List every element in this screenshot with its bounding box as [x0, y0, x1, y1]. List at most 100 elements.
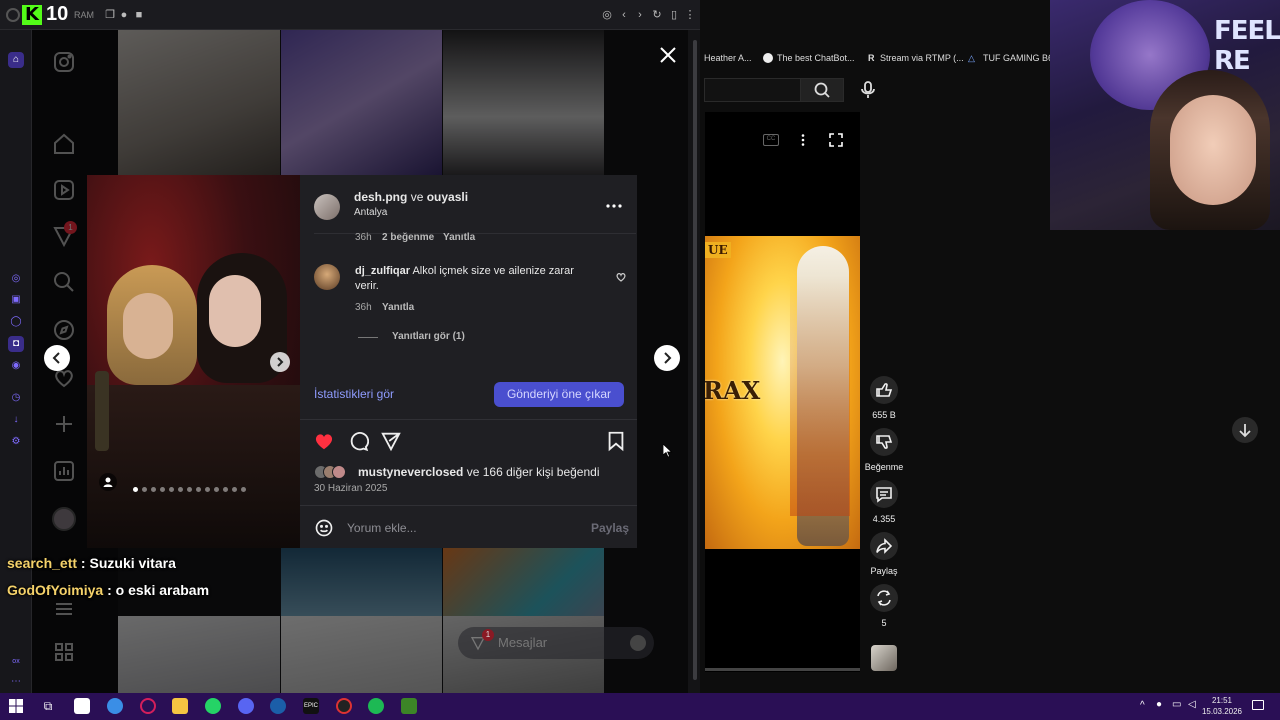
more-icon[interactable]: ⋯ [8, 674, 24, 690]
microsoft-store-icon[interactable] [74, 698, 90, 714]
discord-icon[interactable]: ◉ [8, 358, 24, 374]
steam-icon[interactable] [270, 698, 286, 714]
home-icon[interactable]: ⌂ [8, 52, 24, 68]
whatsapp-icon[interactable] [205, 698, 221, 714]
post-location[interactable]: Antalya [354, 207, 387, 218]
history-icon[interactable]: ◷ [8, 390, 24, 406]
obs-icon[interactable] [336, 698, 352, 714]
messages-dock[interactable]: 1 Mesajlar [458, 627, 654, 659]
post-photo[interactable] [87, 175, 300, 548]
liker-username[interactable]: mustyneverclosed [358, 465, 463, 479]
comment-username[interactable]: dj_zulfiqar [355, 265, 410, 277]
instagram-icon[interactable]: ◘ [8, 336, 24, 352]
boost-post-button[interactable]: Gönderiyi öne çıkar [494, 382, 624, 407]
copy-icon[interactable]: ❐ [103, 8, 117, 22]
face-left [123, 293, 173, 359]
epic-games-icon[interactable]: EPIC [303, 698, 319, 714]
tagged-people-icon[interactable] [99, 473, 117, 491]
actions-divider [300, 419, 637, 420]
save-bookmark-icon[interactable] [605, 430, 627, 452]
comment-like-icon[interactable] [615, 271, 627, 283]
more-options-icon[interactable] [796, 133, 810, 147]
menu-icon[interactable]: ⋮ [683, 8, 697, 22]
shorts-progress-bar[interactable] [705, 668, 860, 671]
back-icon[interactable]: ‹ [617, 8, 631, 22]
prev-comment-reply[interactable]: Yanıtla [443, 232, 475, 243]
youtube-search-button[interactable] [800, 78, 844, 102]
tray-overflow-icon[interactable]: ^ [1140, 700, 1145, 711]
collaborator-username[interactable]: ouyasli [427, 190, 468, 204]
scrollbar-thumb[interactable] [693, 40, 697, 680]
streamer-face [1170, 95, 1256, 205]
microphone-icon[interactable]: ● [117, 8, 131, 22]
opera-logo-icon[interactable] [6, 8, 20, 22]
prev-comment-likes[interactable]: 2 beğenme [382, 232, 434, 243]
voice-search-icon[interactable] [856, 78, 880, 102]
likes-rest[interactable]: ve 166 diğer kişi beğendi [467, 465, 600, 479]
browser-toolbar: K 10 RAM ❐ ● ■ ◎ ‹ › ↻ ▯ ⋮ [0, 0, 700, 30]
spotify-icon[interactable] [368, 698, 384, 714]
tab-title[interactable]: RAM [74, 10, 94, 20]
bookmark[interactable]: TUF GAMING B66 [983, 53, 1058, 63]
volume-icon[interactable]: ◁ [1188, 699, 1196, 710]
bookmark[interactable]: Heather A... [704, 53, 752, 63]
bookmark[interactable]: The best ChatBot... [777, 53, 855, 63]
aria-icon[interactable]: ◎ [8, 271, 24, 287]
post-comment-button[interactable]: Paylaş [591, 521, 629, 535]
comment-input[interactable]: Yorum ekle... [347, 521, 417, 535]
shorts-thumbnail[interactable]: UE RAX [705, 236, 860, 549]
comments-button[interactable] [870, 480, 898, 508]
captions-icon[interactable]: CC [763, 134, 779, 146]
next-short-button[interactable] [1232, 417, 1258, 443]
previous-post-button[interactable] [44, 345, 70, 371]
view-insights-link[interactable]: İstatistikleri gör [314, 387, 394, 401]
task-view-icon[interactable]: ⧉ [40, 698, 56, 714]
opera-gx-icon[interactable] [140, 698, 156, 714]
close-icon[interactable] [658, 45, 678, 65]
more-options-icon[interactable] [605, 197, 623, 215]
minecraft-icon[interactable] [401, 698, 417, 714]
comment-count: 4.355 [872, 514, 896, 524]
settings-icon[interactable]: ⚙ [8, 434, 24, 450]
sound-thumbnail[interactable] [871, 645, 897, 671]
photo-next-button[interactable] [270, 352, 290, 372]
dislike-button[interactable] [870, 428, 898, 456]
author-avatar[interactable] [314, 194, 340, 220]
commenter-avatar[interactable] [314, 264, 340, 290]
comment-icon[interactable] [347, 430, 369, 452]
network-icon[interactable]: ▭ [1172, 699, 1181, 710]
chat-message: search_ett : Suzuki vitara [7, 555, 176, 571]
system-clock[interactable]: 21:51 15.03.2026 [1200, 695, 1244, 717]
remix-count: 5 [881, 618, 887, 628]
emoji-icon[interactable] [314, 518, 334, 538]
share-icon[interactable] [380, 430, 402, 452]
whatsapp-icon[interactable]: ◯ [8, 314, 24, 330]
twitch-icon[interactable]: ▣ [8, 292, 24, 308]
comment-reply-button[interactable]: Yanıtla [382, 302, 414, 313]
youtube-search-input[interactable] [704, 78, 800, 102]
post-header: desh.png ve ouyasli [354, 190, 468, 204]
like-button[interactable] [870, 376, 898, 404]
bookmark[interactable]: Stream via RTMP (... [880, 53, 964, 63]
settings-icon[interactable]: ◎ [600, 8, 614, 22]
camera-icon[interactable]: ■ [132, 8, 146, 22]
like-heart-icon[interactable] [313, 430, 335, 452]
author-username[interactable]: desh.png [354, 190, 407, 204]
notifications-icon[interactable] [1252, 700, 1264, 710]
post-details-panel: desh.png ve ouyasli Antalya 36h 2 beğenm… [300, 175, 637, 548]
forward-icon[interactable]: › [633, 8, 647, 22]
fullscreen-icon[interactable] [829, 133, 843, 147]
share-button[interactable] [870, 532, 898, 560]
microphone-tray-icon[interactable]: ● [1156, 699, 1162, 710]
edge-icon[interactable] [107, 698, 123, 714]
next-post-button[interactable] [654, 345, 680, 371]
remix-button[interactable] [870, 584, 898, 612]
discord-icon[interactable] [238, 698, 254, 714]
reload-icon[interactable]: ↻ [650, 8, 664, 22]
downloads-icon[interactable]: ↓ [8, 412, 24, 428]
extensions-icon[interactable]: ▯ [667, 8, 681, 22]
easy-setup-icon[interactable]: ox [8, 654, 24, 670]
view-replies-button[interactable]: Yanıtları gör (1) [392, 331, 465, 342]
windows-start-icon[interactable] [8, 698, 24, 714]
file-explorer-icon[interactable] [172, 698, 188, 714]
